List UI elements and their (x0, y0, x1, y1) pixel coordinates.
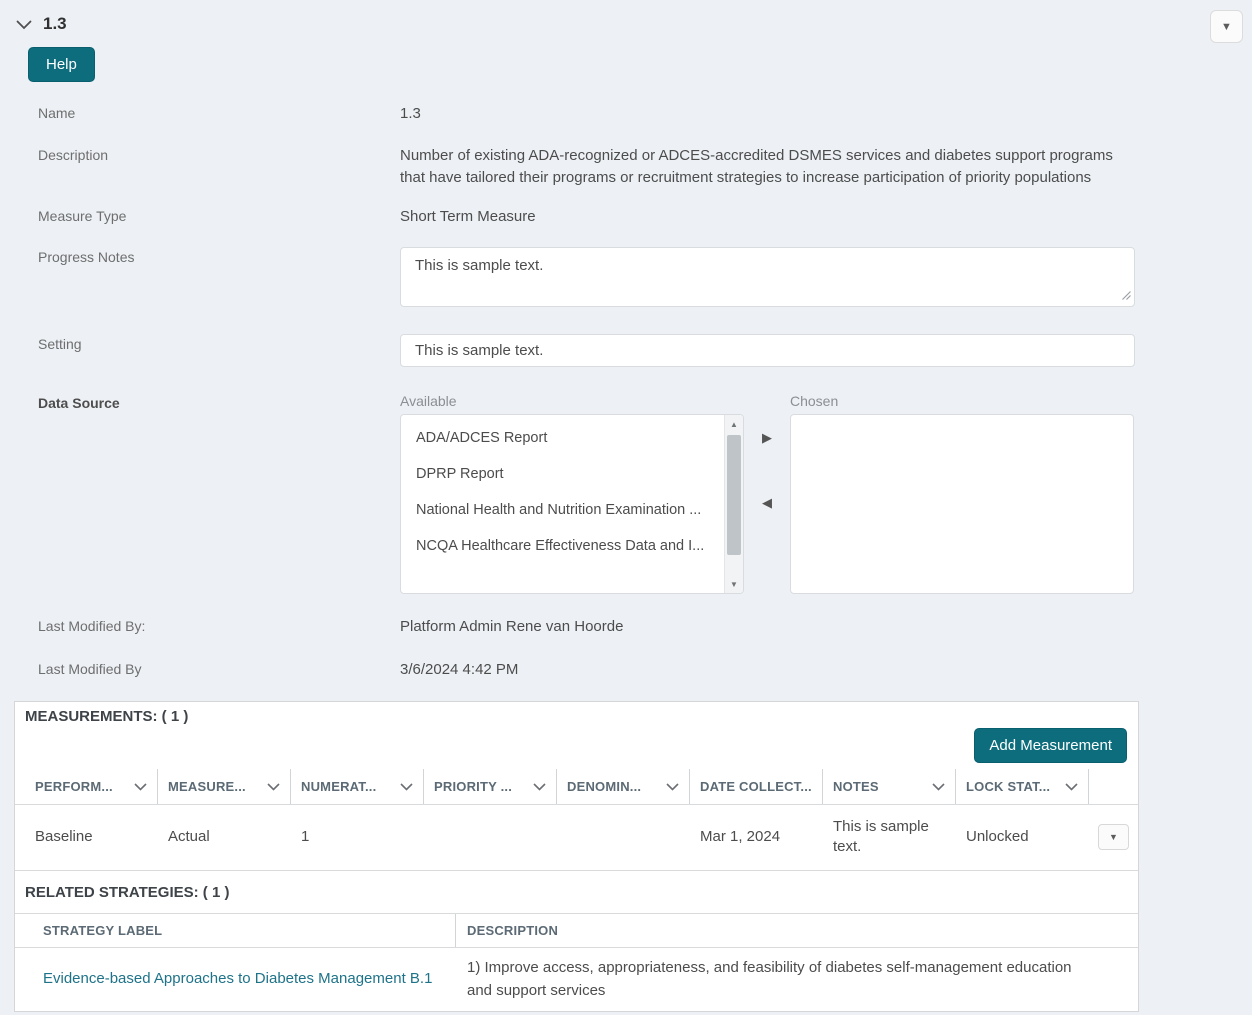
cell-date-collected: Mar 1, 2024 (690, 827, 823, 847)
chosen-caption: Chosen (790, 393, 1134, 409)
setting-label: Setting (38, 334, 400, 367)
cell-performance: Baseline (25, 827, 158, 847)
column-header-denominator[interactable]: DENOMIN... (557, 769, 690, 804)
column-header-notes[interactable]: NOTES (823, 769, 956, 804)
column-label: DENOMIN... (567, 779, 641, 794)
cell-lock-status: Unlocked (956, 827, 1089, 847)
form-row-last-modified-by: Last Modified By: Platform Admin Rene va… (0, 616, 1252, 638)
form-row-description: Description Number of existing ADA-recog… (0, 145, 1252, 189)
data-source-label: Data Source (38, 393, 400, 594)
chevron-down-icon[interactable] (16, 18, 32, 30)
name-label: Name (38, 103, 400, 125)
cell-numerator: 1 (291, 827, 424, 847)
form-row-name: Name 1.3 (0, 103, 1252, 125)
measure-detail-form: Name 1.3 Description Number of existing … (0, 103, 1252, 681)
column-header-actions (1089, 769, 1138, 804)
related-strategies-header-row: STRATEGY LABEL DESCRIPTION (15, 913, 1138, 948)
column-header-performance[interactable]: PERFORM... (25, 769, 158, 804)
description-value: Number of existing ADA-recognized or ADC… (400, 145, 1135, 189)
list-item[interactable]: National Health and Nutrition Examinatio… (401, 492, 743, 528)
table-row: Baseline Actual 1 Mar 1, 2024 This is sa… (15, 805, 1138, 871)
available-listbox[interactable]: ADA/ADCES Report DPRP Report National He… (400, 414, 744, 594)
form-row-data-source: Data Source Available ADA/ADCES Report D… (0, 393, 1252, 594)
scroll-up-icon[interactable]: ▲ (725, 415, 743, 433)
move-right-icon[interactable]: ▶ (756, 426, 778, 450)
table-row: Evidence-based Approaches to Diabetes Ma… (15, 948, 1138, 1011)
chevron-down-icon[interactable] (267, 779, 280, 794)
measurements-panel: MEASUREMENTS: ( 1 ) Add Measurement PERF… (14, 701, 1139, 1012)
scrollbar-thumb[interactable] (727, 435, 741, 555)
column-header-lock-status[interactable]: LOCK STAT... (956, 769, 1089, 804)
panel-menu-button[interactable]: ▼ (1210, 10, 1243, 43)
measure-type-label: Measure Type (38, 206, 400, 228)
column-label: DATE COLLECT... (700, 779, 812, 794)
triangle-down-icon: ▼ (1109, 831, 1118, 843)
column-label: MEASURE... (168, 779, 246, 794)
page-title: 1.3 (43, 14, 67, 34)
form-row-progress-notes: Progress Notes This is sample text. (0, 247, 1252, 312)
strategy-description: 1) Improve access, appropriateness, and … (456, 956, 1138, 1003)
chevron-down-icon[interactable] (400, 779, 413, 794)
help-button[interactable]: Help (28, 47, 95, 82)
column-header-strategy-label: STRATEGY LABEL (15, 914, 456, 947)
last-modified-by-value: Platform Admin Rene van Hoorde (400, 616, 1135, 638)
available-column: Available ADA/ADCES Report DPRP Report N… (400, 393, 744, 594)
form-row-measure-type: Measure Type Short Term Measure (0, 206, 1252, 228)
column-header-description: DESCRIPTION (456, 914, 1138, 947)
column-header-measure[interactable]: MEASURE... (158, 769, 291, 804)
setting-input[interactable] (400, 334, 1135, 367)
chevron-down-icon[interactable] (666, 779, 679, 794)
progress-notes-label: Progress Notes (38, 247, 400, 312)
cell-notes: This is sample text. (823, 817, 956, 858)
chevron-down-icon[interactable] (533, 779, 546, 794)
add-measurement-button[interactable]: Add Measurement (974, 728, 1127, 763)
measure-type-value: Short Term Measure (400, 206, 1135, 228)
measurements-section-title: MEASUREMENTS: ( 1 ) (15, 702, 1138, 725)
column-label: NOTES (833, 779, 879, 794)
list-item[interactable]: DPRP Report (401, 456, 743, 492)
row-menu-button[interactable]: ▼ (1098, 824, 1129, 850)
cell-actions: ▼ (1089, 824, 1138, 850)
name-value: 1.3 (400, 103, 1135, 125)
available-caption: Available (400, 393, 744, 409)
column-header-numerator[interactable]: NUMERAT... (291, 769, 424, 804)
column-label: PRIORITY ... (434, 779, 512, 794)
chevron-down-icon[interactable] (932, 779, 945, 794)
chevron-down-icon[interactable] (134, 779, 147, 794)
column-label: LOCK STAT... (966, 779, 1050, 794)
column-header-priority[interactable]: PRIORITY ... (424, 769, 557, 804)
chosen-column: Chosen (790, 393, 1134, 594)
chosen-listbox[interactable] (790, 414, 1134, 594)
listbox-scrollbar[interactable]: ▲ ▼ (724, 415, 743, 593)
list-item[interactable]: NCQA Healthcare Effectiveness Data and I… (401, 528, 743, 564)
column-label: PERFORM... (35, 779, 113, 794)
column-label: NUMERAT... (301, 779, 376, 794)
move-left-icon[interactable]: ◀ (756, 491, 778, 515)
last-modified-by-label: Last Modified By: (38, 616, 400, 638)
scroll-down-icon[interactable]: ▼ (725, 575, 743, 593)
dual-list-arrows: ▶ ◀ (744, 393, 790, 594)
section-header: 1.3 (0, 0, 1252, 34)
strategy-link[interactable]: Evidence-based Approaches to Diabetes Ma… (43, 970, 432, 987)
form-row-last-modified-date: Last Modified By 3/6/2024 4:42 PM (0, 659, 1252, 681)
related-strategies-section-title: RELATED STRATEGIES: ( 1 ) (15, 871, 1138, 913)
form-row-setting: Setting (0, 334, 1252, 367)
chevron-down-icon[interactable] (1065, 779, 1078, 794)
column-header-date-collected[interactable]: DATE COLLECT... (690, 769, 823, 804)
list-item[interactable]: ADA/ADCES Report (401, 420, 743, 456)
description-label: Description (38, 145, 400, 189)
triangle-down-icon: ▼ (1221, 21, 1232, 33)
last-modified-date-value: 3/6/2024 4:42 PM (400, 659, 1135, 681)
last-modified-date-label: Last Modified By (38, 659, 400, 681)
progress-notes-textarea[interactable]: This is sample text. (400, 247, 1135, 307)
measurements-header-row: PERFORM... MEASURE... NUMERAT... PRIORIT… (15, 769, 1138, 805)
cell-measure: Actual (158, 827, 291, 847)
